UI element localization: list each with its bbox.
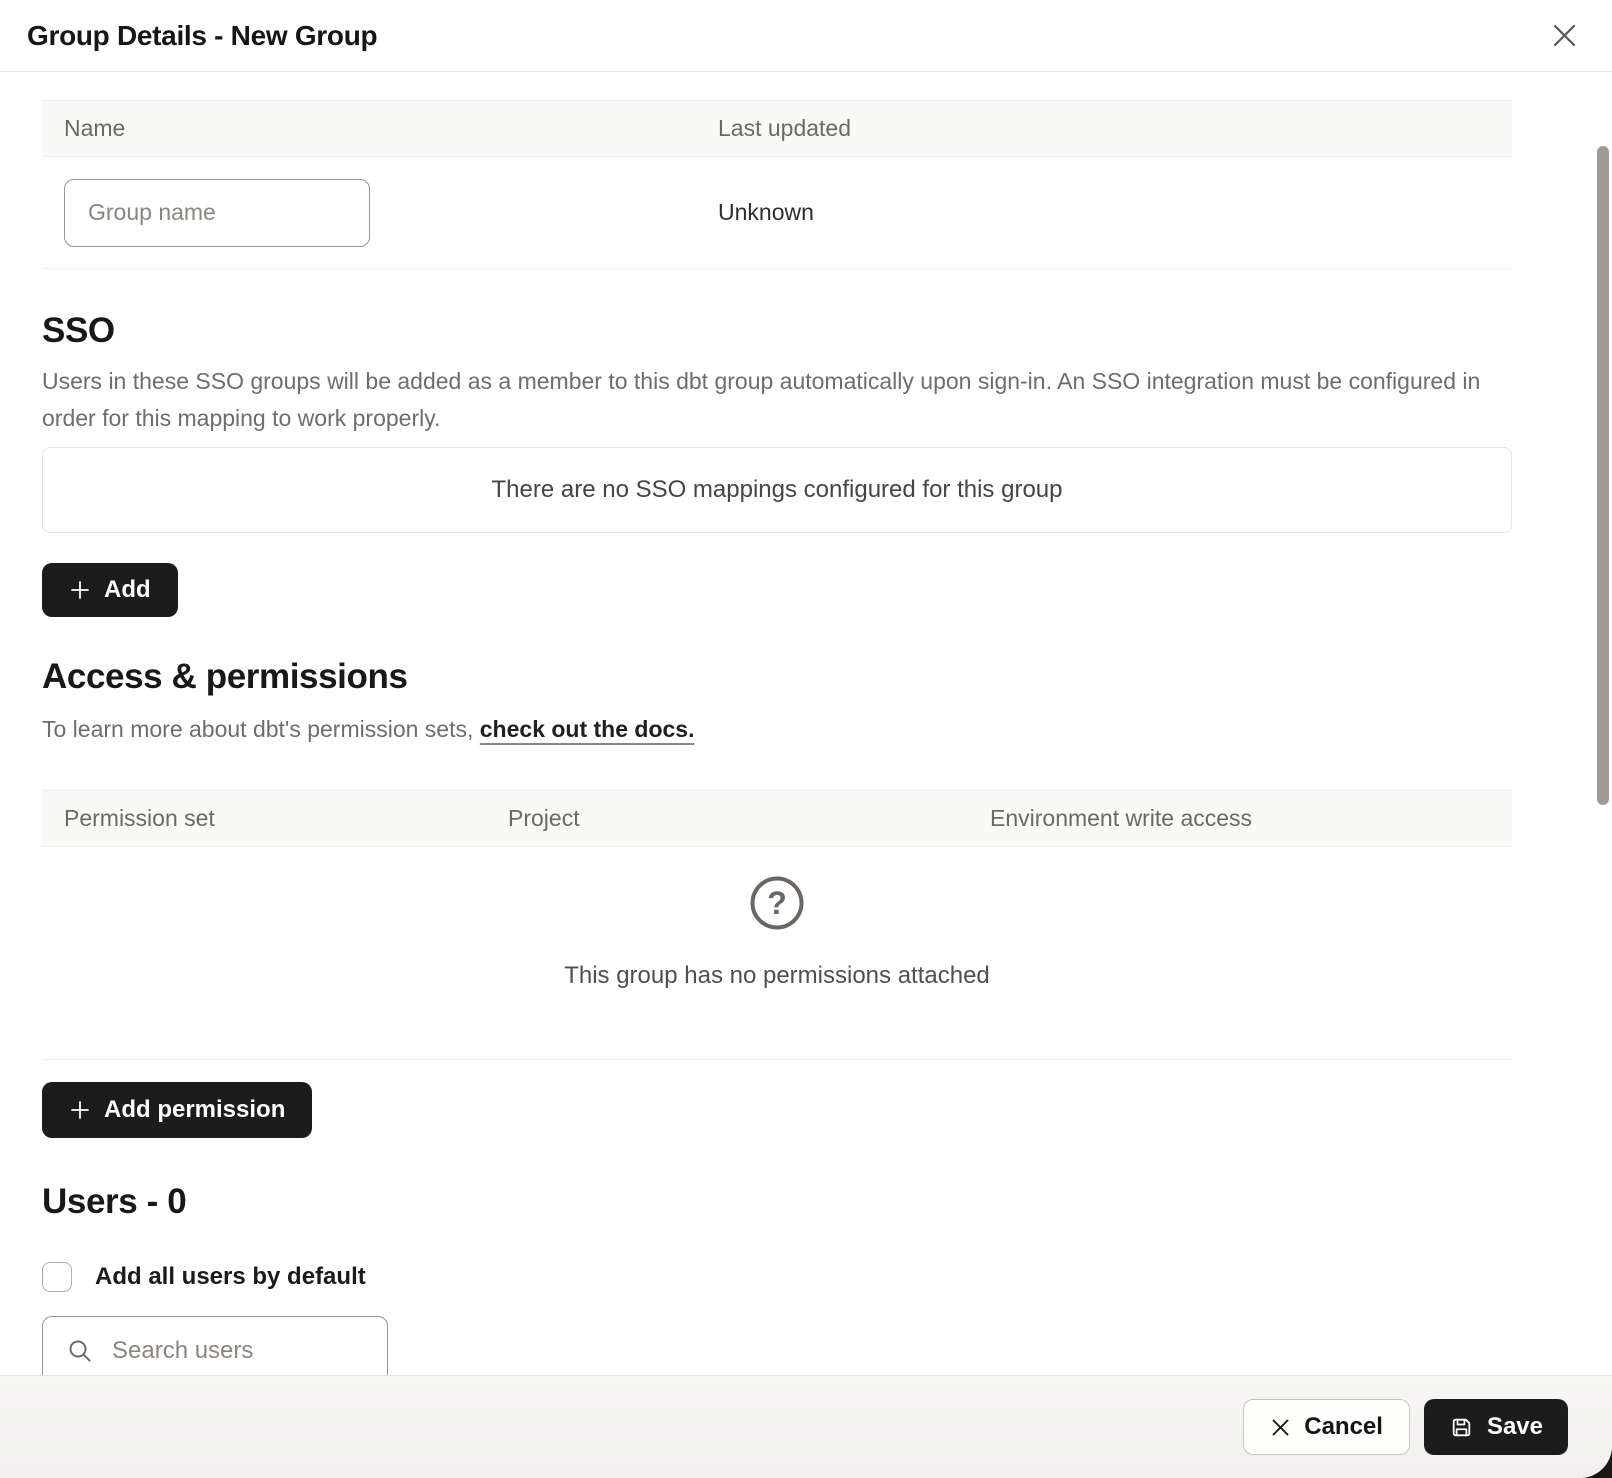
search-users-input[interactable] xyxy=(110,1336,367,1366)
save-floppy-icon xyxy=(1449,1415,1474,1440)
group-name-table: Name Last updated Unknown xyxy=(42,100,1512,269)
cancel-x-icon xyxy=(1270,1417,1291,1438)
sso-empty-message: There are no SSO mappings configured for… xyxy=(492,476,1063,504)
add-sso-mapping-label: Add xyxy=(104,576,151,604)
sso-heading: SSO xyxy=(42,309,1512,353)
permissions-table: Permission set Project Environment write… xyxy=(42,790,1512,1060)
search-icon xyxy=(67,1338,93,1364)
modal-header: Group Details - New Group xyxy=(0,0,1612,72)
plus-icon xyxy=(69,1099,91,1121)
vertical-scrollbar-thumb[interactable] xyxy=(1597,146,1609,805)
close-icon xyxy=(1551,22,1578,49)
group-name-table-header: Name Last updated xyxy=(42,100,1512,157)
sso-description: Users in these SSO groups will be added … xyxy=(42,363,1512,437)
group-details-modal: Group Details - New Group Name Last upda… xyxy=(0,0,1612,1478)
question-mark-circle-icon: ? xyxy=(749,875,805,931)
permissions-table-header: Permission set Project Environment write… xyxy=(42,790,1512,847)
add-sso-mapping-button[interactable]: Add xyxy=(42,563,178,617)
column-header-permission-set: Permission set xyxy=(42,805,486,832)
sso-empty-state: There are no SSO mappings configured for… xyxy=(42,447,1512,533)
column-header-environment-write-access: Environment write access xyxy=(968,805,1512,832)
add-permission-button[interactable]: Add permission xyxy=(42,1082,312,1138)
permissions-empty-message: This group has no permissions attached xyxy=(42,960,1512,991)
plus-icon xyxy=(69,579,91,601)
close-button[interactable] xyxy=(1546,18,1582,54)
modal-footer: Cancel Save xyxy=(0,1375,1612,1478)
modal-title: Group Details - New Group xyxy=(27,20,377,52)
users-heading: Users - 0 xyxy=(42,1180,1512,1224)
add-all-users-row: Add all users by default xyxy=(42,1262,1512,1292)
group-name-row: Unknown xyxy=(42,157,1512,269)
save-label: Save xyxy=(1487,1413,1543,1441)
cancel-label: Cancel xyxy=(1304,1413,1383,1441)
add-all-users-label: Add all users by default xyxy=(95,1263,366,1291)
access-description-text: To learn more about dbt's permission set… xyxy=(42,716,480,742)
add-permission-label: Add permission xyxy=(104,1096,285,1124)
column-header-name: Name xyxy=(42,115,696,142)
add-all-users-checkbox[interactable] xyxy=(42,1262,72,1292)
column-header-last-updated: Last updated xyxy=(696,115,1512,142)
save-button[interactable]: Save xyxy=(1424,1399,1568,1455)
group-name-input[interactable] xyxy=(64,179,370,247)
svg-text:?: ? xyxy=(767,885,787,921)
access-permissions-description: To learn more about dbt's permission set… xyxy=(42,711,1512,748)
access-permissions-heading: Access & permissions xyxy=(42,655,1512,699)
last-updated-value: Unknown xyxy=(696,199,1512,226)
cancel-button[interactable]: Cancel xyxy=(1243,1399,1410,1455)
column-header-project: Project xyxy=(486,805,968,832)
search-users-field[interactable] xyxy=(42,1316,388,1375)
permissions-empty-state: ? This group has no permissions attached xyxy=(42,847,1512,1060)
modal-body: Name Last updated Unknown SSO Users in t… xyxy=(0,72,1612,1375)
docs-link[interactable]: check out the docs. xyxy=(480,716,695,742)
